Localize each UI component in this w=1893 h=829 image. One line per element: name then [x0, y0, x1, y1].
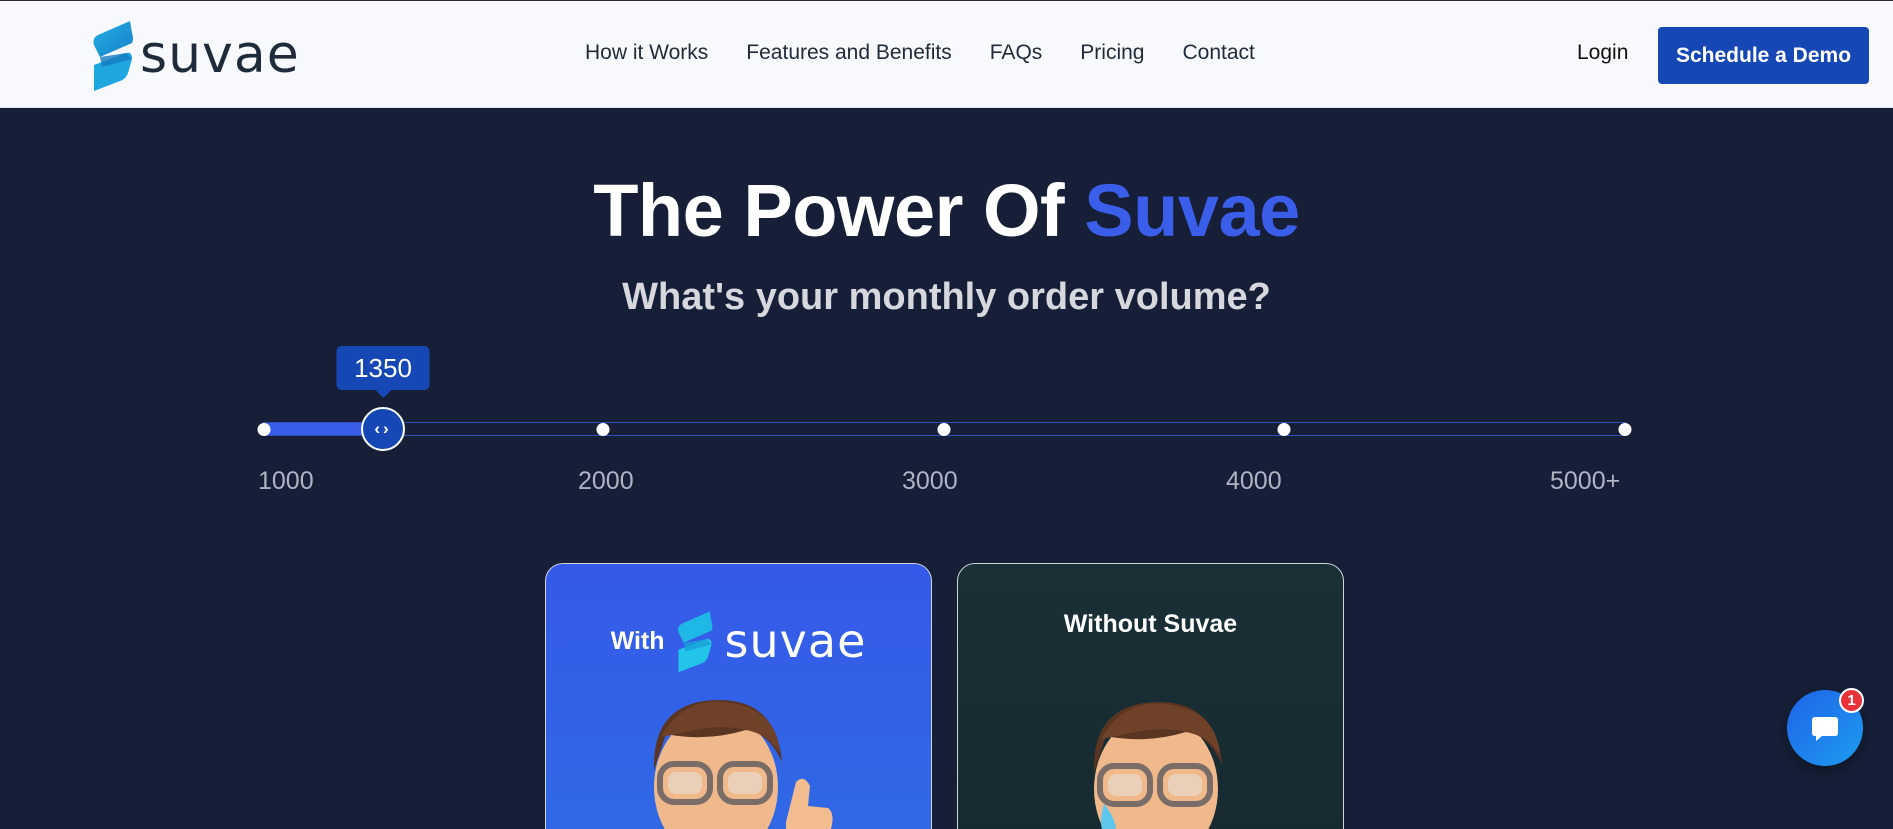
slider-value-tooltip: 1350	[336, 346, 430, 398]
order-volume-slider[interactable]: 1350 ‹› 1000 2000 3000 4000 5000+	[257, 346, 1632, 495]
suvae-logo[interactable]: suvae	[90, 19, 300, 91]
slider-thumb[interactable]: ‹›	[361, 407, 405, 451]
crying-avatar	[1093, 701, 1222, 829]
main-nav: How it Works Features and Benefits FAQs …	[585, 41, 1255, 65]
with-suvae-card: With suvae	[545, 563, 932, 829]
tick-label-4000: 4000	[1226, 467, 1282, 495]
logo-wordmark: suvae	[140, 25, 300, 85]
title-prefix: The Power Of	[593, 169, 1085, 252]
nav-contact[interactable]: Contact	[1182, 41, 1254, 65]
slider-stop-3000[interactable]	[937, 423, 951, 436]
slider-stop-5000[interactable]	[1618, 423, 1632, 436]
with-label: With	[610, 626, 665, 655]
nav-faqs[interactable]: FAQs	[990, 41, 1043, 65]
without-suvae-heading: Without Suvae	[958, 610, 1343, 639]
tick-label-5000plus: 5000+	[1550, 467, 1621, 495]
card-logo-wordmark: suvae	[724, 614, 867, 668]
suvae-s-logo-icon	[93, 21, 133, 91]
drag-arrows-icon: ‹›	[374, 419, 392, 438]
tick-label-1000: 1000	[258, 467, 314, 495]
thumbs-up-avatar	[653, 699, 833, 829]
slider-stop-1000[interactable]	[257, 423, 271, 436]
nav-pricing[interactable]: Pricing	[1080, 41, 1144, 65]
tick-label-3000: 3000	[902, 467, 958, 495]
slider-stop-2000[interactable]	[596, 423, 610, 436]
with-suvae-heading: With suvae	[546, 608, 931, 674]
navbar: suvae How it Works Features and Benefits…	[0, 0, 1893, 108]
page-title: The Power Of Suvae	[0, 168, 1893, 253]
schedule-demo-button[interactable]: Schedule a Demo	[1658, 27, 1869, 84]
nav-features-benefits[interactable]: Features and Benefits	[746, 41, 951, 65]
nav-how-it-works[interactable]: How it Works	[585, 41, 708, 65]
title-accent: Suvae	[1084, 169, 1300, 252]
tick-label-2000: 2000	[578, 467, 634, 495]
login-link[interactable]: Login	[1577, 41, 1628, 65]
slider-stop-4000[interactable]	[1277, 423, 1291, 436]
suvae-s-logo-icon	[677, 611, 712, 673]
chat-bubble-icon	[1812, 717, 1838, 741]
volume-question: What's your monthly order volume?	[622, 276, 1271, 318]
without-label: Without Suvae	[1063, 610, 1238, 638]
chat-unread-badge: 1	[1839, 688, 1864, 713]
without-suvae-card: Without Suvae	[957, 563, 1344, 829]
